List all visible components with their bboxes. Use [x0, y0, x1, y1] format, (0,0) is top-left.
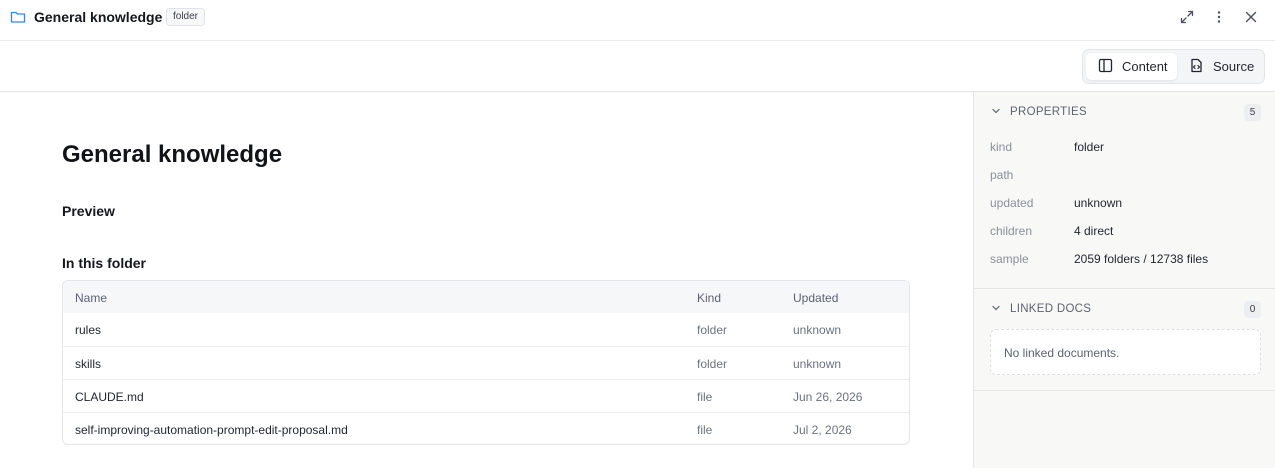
more-options-button[interactable]	[1210, 8, 1228, 26]
table-row[interactable]: rules folder unknown	[63, 313, 909, 346]
row-name: skills	[75, 357, 101, 371]
row-updated: Jul 2, 2026	[793, 423, 852, 437]
row-kind: file	[697, 423, 713, 437]
details-sidebar: PROPERTIES 5 kind folder path updated un…	[973, 92, 1275, 468]
empty-state-text: No linked documents.	[1004, 346, 1120, 360]
folder-icon	[10, 9, 26, 25]
more-vertical-icon	[1211, 9, 1227, 25]
kind-badge: folder	[166, 8, 206, 26]
property-key: children	[990, 224, 1033, 238]
expand-button[interactable]	[1178, 8, 1196, 26]
property-value: folder	[1074, 140, 1105, 154]
preview-heading: Preview	[62, 203, 115, 219]
panel-layout-icon	[1098, 58, 1122, 76]
row-updated: unknown	[793, 357, 842, 371]
table-row[interactable]: CLAUDE.md file Jun 26, 2026	[63, 379, 909, 412]
property-key: kind	[990, 140, 1013, 154]
folder-contents-heading: In this folder	[62, 255, 146, 271]
linked-docs-panel-label: LINKED DOCS	[1010, 303, 1092, 315]
panel-divider	[974, 288, 1275, 289]
content-view-label: Content	[1122, 59, 1168, 74]
property-value: 2059 folders / 12738 files	[1074, 252, 1209, 266]
linked-docs-count-badge: 0	[1244, 301, 1261, 318]
column-header-name[interactable]: Name	[75, 291, 107, 305]
row-kind: folder	[697, 323, 728, 337]
table-row[interactable]: self-improving-automation-prompt-edit-pr…	[63, 412, 909, 444]
property-value: unknown	[1074, 196, 1123, 210]
folder-contents-table: Name Kind Updated rules folder unknown s…	[62, 280, 910, 445]
table-header: Name Kind Updated	[63, 281, 909, 313]
panel-divider	[974, 390, 1275, 391]
property-key: path	[990, 168, 1014, 182]
properties-count-badge: 5	[1244, 104, 1261, 121]
property-key: sample	[990, 252, 1029, 266]
page-title: General knowledge	[62, 141, 283, 168]
row-updated: unknown	[793, 323, 842, 337]
document-content: General knowledge Preview In this folder…	[0, 92, 973, 468]
content-view-button[interactable]: Content	[1086, 53, 1177, 80]
source-view-button[interactable]: Source	[1181, 53, 1263, 80]
close-icon	[1243, 9, 1259, 25]
property-value: 4 direct	[1074, 224, 1114, 238]
linked-docs-panel-toggle[interactable]: LINKED DOCS	[990, 301, 1091, 317]
window-title: General knowledge	[34, 9, 163, 25]
close-button[interactable]	[1242, 8, 1260, 26]
property-key: updated	[990, 196, 1034, 210]
row-name: CLAUDE.md	[75, 390, 144, 404]
file-code-icon	[1189, 58, 1213, 76]
column-header-kind[interactable]: Kind	[697, 291, 721, 305]
view-toolbar: Content Source	[0, 41, 1275, 92]
row-kind: file	[697, 390, 713, 404]
source-view-label: Source	[1213, 59, 1255, 74]
properties-panel-toggle[interactable]: PROPERTIES	[990, 104, 1087, 120]
row-updated: Jun 26, 2026	[793, 390, 863, 404]
linked-docs-empty-state: No linked documents.	[990, 329, 1261, 375]
expand-icon	[1179, 9, 1195, 25]
column-header-updated[interactable]: Updated	[793, 291, 838, 305]
chevron-down-icon	[990, 105, 1002, 120]
row-name: rules	[75, 323, 102, 337]
chevron-down-icon	[990, 302, 1002, 317]
table-row[interactable]: skills folder unknown	[63, 346, 909, 379]
row-name: self-improving-automation-prompt-edit-pr…	[75, 423, 348, 437]
row-kind: folder	[697, 357, 728, 371]
window-header: General knowledge folder	[0, 0, 1275, 41]
properties-panel-label: PROPERTIES	[1010, 106, 1087, 118]
view-mode-toggle: Content Source	[1082, 49, 1265, 84]
